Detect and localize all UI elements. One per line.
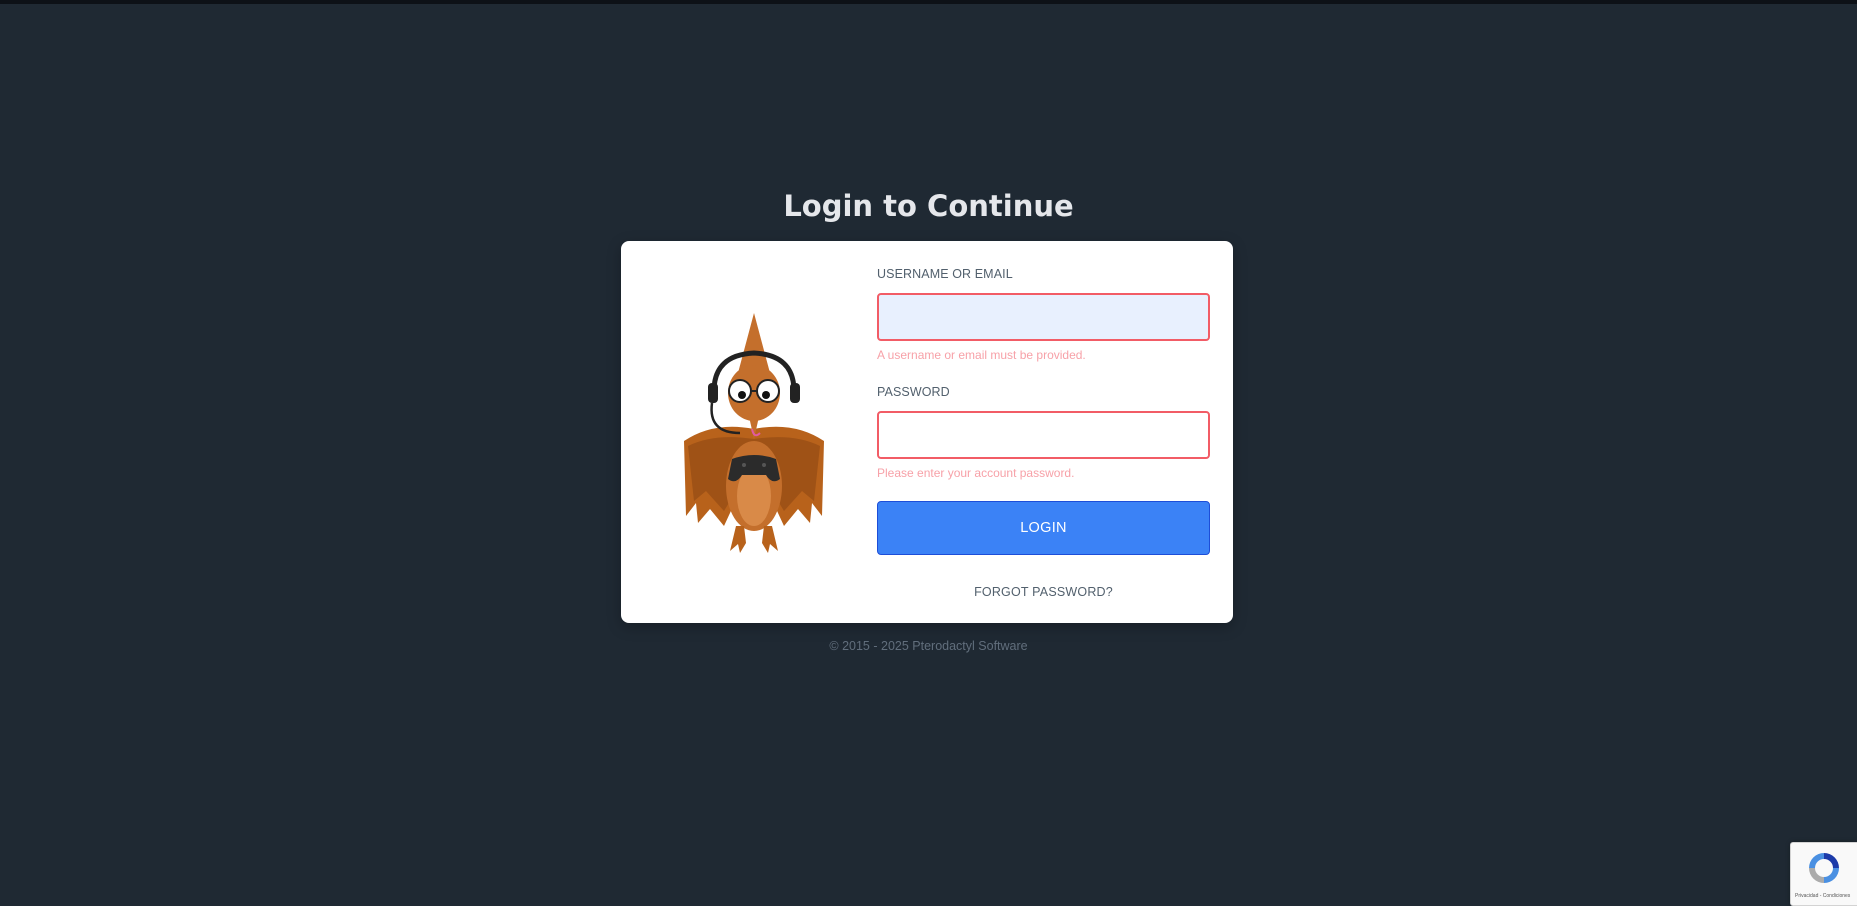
forgot-password-link[interactable]: FORGOT PASSWORD? — [877, 585, 1210, 599]
login-form: USERNAME OR EMAIL A username or email mu… — [877, 265, 1210, 599]
recaptcha-icon — [1809, 853, 1839, 883]
page-title: Login to Continue — [783, 189, 1074, 223]
username-input[interactable] — [877, 293, 1210, 341]
username-error: A username or email must be provided. — [877, 348, 1086, 362]
username-label: USERNAME OR EMAIL — [877, 267, 1013, 281]
footer-copyright: © 2015 - 2025 Pterodactyl Software — [829, 639, 1028, 653]
recaptcha-text: Privacidad - Condiciones — [1795, 893, 1851, 899]
top-strip — [0, 0, 1857, 4]
pterodactyl-mascot-icon — [674, 311, 834, 556]
password-input[interactable] — [877, 411, 1210, 459]
recaptcha-badge[interactable]: Privacidad - Condiciones — [1790, 842, 1857, 906]
login-button[interactable]: LOGIN — [877, 501, 1210, 555]
password-label: PASSWORD — [877, 385, 950, 399]
password-error: Please enter your account password. — [877, 466, 1075, 480]
login-card: USERNAME OR EMAIL A username or email mu… — [621, 241, 1233, 623]
